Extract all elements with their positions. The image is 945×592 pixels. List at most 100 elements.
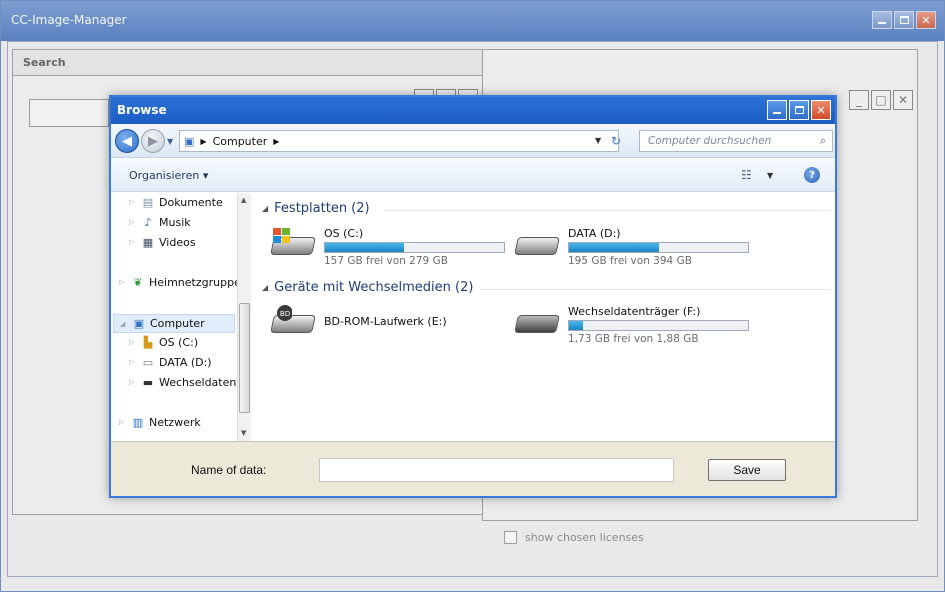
back-button[interactable]: ◀ [115,129,139,153]
expand-icon[interactable]: ▷ [129,378,137,386]
navigation-scrollbar[interactable]: ▲ ▼ [237,193,251,441]
maximize-button[interactable] [894,11,914,29]
content-pane: ◢ Festplatten (2) OS (C:) 157 GB frei vo… [252,193,835,441]
computer-icon: ▣ [184,134,195,148]
panel-maximize-button[interactable]: □ [871,90,891,110]
network-icon: ▥ [132,415,144,429]
collapse-icon[interactable]: ◢ [262,283,268,292]
group-header-removable[interactable]: ◢ Geräte mit Wechselmedien (2) [262,280,473,295]
sidebar-item-musik[interactable]: ▷ ♪ Musik [129,215,191,229]
dialog-maximize-button[interactable] [789,100,809,120]
scroll-up-icon[interactable]: ▲ [241,196,246,204]
removable-drive-icon [514,305,560,337]
group-divider [480,289,830,290]
dialog-close-button[interactable]: ✕ [811,100,831,120]
sidebar-item-network[interactable]: ▷ ▥ Netzwerk [119,415,201,429]
views-dropdown-button[interactable]: ▼ [767,171,773,180]
group-header-hard-disks[interactable]: ◢ Festplatten (2) [262,201,370,216]
bd-rom-drive-icon: BD [270,305,316,337]
sidebar-item-label: Heimnetzgruppe [149,275,241,289]
address-field[interactable]: ▣ ▶ Computer ▶ [179,130,619,152]
license-checkbox-row[interactable]: show chosen licenses [504,531,644,544]
search-icon[interactable]: ⌕ [820,134,826,148]
expand-icon[interactable]: ▷ [129,218,137,226]
license-checkbox-label: show chosen licenses [525,531,644,544]
breadcrumb-chevron-icon[interactable]: ▶ [200,137,206,146]
breadcrumb-computer[interactable]: Computer [213,135,268,148]
recent-locations-button[interactable]: ▼ [167,137,173,146]
dialog-window-controls: ✕ [767,100,831,120]
panel-minimize-button[interactable]: _ [849,90,869,110]
computer-icon: ▣ [133,317,145,330]
sidebar-item-computer[interactable]: ◢ ▣ Computer [113,314,235,333]
panel-close-button[interactable]: ✕ [893,90,913,110]
document-icon: ▤ [142,195,154,209]
removable-drive-icon: ▬ [142,375,154,389]
scroll-down-icon[interactable]: ▼ [241,429,246,437]
refresh-icon[interactable]: ↻ [611,134,621,148]
app-titlebar[interactable]: CC-Image-Manager ✕ [1,1,944,41]
drive-item-os[interactable]: OS (C:) 157 GB frei von 279 GB [270,227,505,267]
expand-icon[interactable]: ▷ [129,338,137,346]
arrow-right-icon: ▶ [148,133,158,149]
drive-free-space: 157 GB frei von 279 GB [324,255,448,267]
drive-item-data[interactable]: DATA (D:) 195 GB frei von 394 GB [514,227,749,267]
forward-button[interactable]: ▶ [141,129,165,153]
organize-menu[interactable]: Organisieren ▾ [129,169,208,182]
minimize-icon: _ [856,93,862,107]
drive-item-removable[interactable]: Wechseldatenträger (F:) 1,73 GB frei von… [514,305,749,345]
close-button[interactable]: ✕ [916,11,936,29]
views-icon[interactable]: ☷ [741,168,752,182]
save-button[interactable]: Save [708,459,786,481]
expand-icon[interactable]: ▷ [129,238,137,246]
license-panel-window-controls: _ □ ✕ [849,90,913,110]
expand-icon[interactable]: ▷ [129,198,137,206]
maximize-icon [899,16,909,24]
collapse-icon[interactable]: ◢ [262,204,268,213]
expand-icon[interactable]: ▷ [129,358,137,366]
sidebar-item-removable-drive[interactable]: ▷ ▬ Wechseldatent [129,375,241,389]
drive-icon [514,227,560,259]
maximize-icon [794,106,804,114]
svg-text:BD: BD [280,310,290,318]
sidebar-item-videos[interactable]: ▷ ▦ Videos [129,235,196,249]
sidebar-item-data-drive[interactable]: ▷ ▭ DATA (D:) [129,355,212,369]
name-of-data-input[interactable] [319,458,674,482]
dialog-titlebar[interactable]: Browse ✕ [111,97,835,124]
sidebar-item-os-drive[interactable]: ▷ ▙ OS (C:) [129,335,198,349]
sidebar-item-label: OS (C:) [159,335,199,349]
arrow-left-icon: ◀ [122,133,132,149]
search-panel-header: Search [13,50,489,76]
sidebar-item-label: Netzwerk [149,415,201,429]
search-input[interactable] [29,99,109,127]
search-computer-input[interactable]: Computer durchsuchen ⌕ [639,130,833,152]
sidebar-item-dokumente[interactable]: ▷ ▤ Dokumente [129,195,223,209]
collapse-icon[interactable]: ◢ [120,320,128,328]
drive-usage-bar [324,242,505,253]
sidebar-item-label: Computer [150,317,205,330]
license-checkbox[interactable] [504,531,517,544]
scrollbar-thumb[interactable] [239,303,250,413]
drive-name: Wechseldatenträger (F:) [568,305,701,318]
homegroup-icon: ❦ [133,275,143,289]
help-icon[interactable]: ? [804,167,820,183]
name-of-data-label: Name of data: [191,463,267,477]
save-bar: Name of data: Save [111,441,835,496]
app-window: CC-Image-Manager ✕ Search _ □ ✕ show cho… [0,0,945,592]
drive-item-bd-rom[interactable]: BD BD-ROM-Laufwerk (E:) [270,305,447,337]
minimize-button[interactable] [872,11,892,29]
search-placeholder: Computer durchsuchen [648,135,772,147]
drive-usage-bar [568,242,749,253]
drive-free-space: 1,73 GB frei von 1,88 GB [568,333,699,345]
dialog-minimize-button[interactable] [767,100,787,120]
close-icon: ✕ [816,103,826,117]
app-window-controls: ✕ [872,11,936,29]
sidebar-item-homegroup[interactable]: ▷ ❦ Heimnetzgruppe [119,275,241,289]
sidebar-item-label: Videos [159,235,196,249]
address-dropdown-button[interactable]: ▼ [595,136,601,145]
command-toolbar: Organisieren ▾ ☷ ▼ ? [111,159,835,192]
os-drive-icon [270,227,316,259]
breadcrumb-chevron-icon[interactable]: ▶ [273,137,279,146]
expand-icon[interactable]: ▷ [119,278,127,286]
expand-icon[interactable]: ▷ [119,418,127,426]
